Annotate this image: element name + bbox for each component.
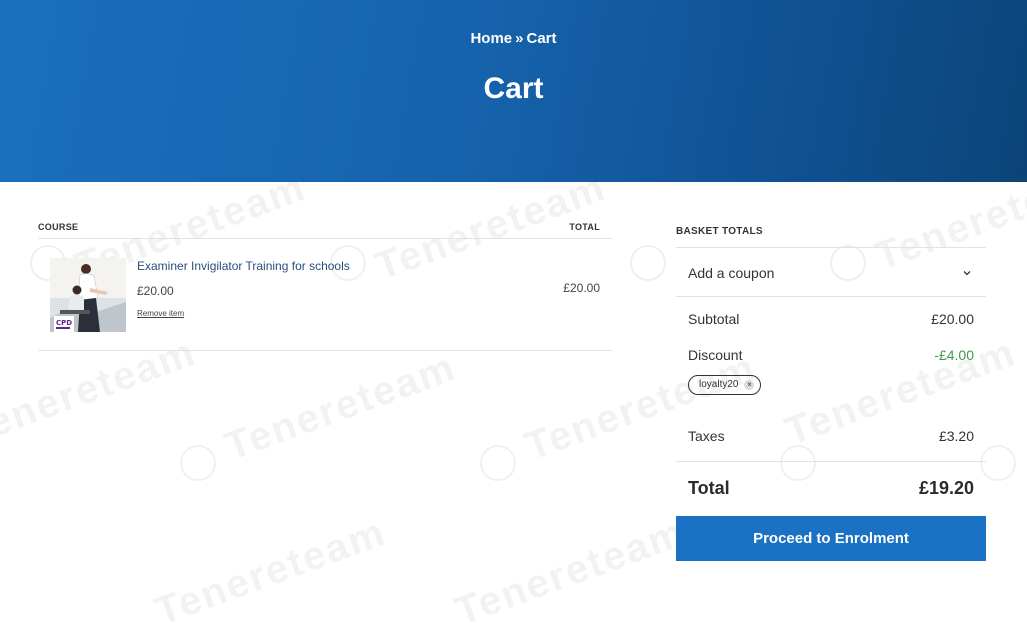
taxes-row: Taxes £3.20 bbox=[676, 428, 986, 464]
add-coupon-label: Add a coupon bbox=[688, 265, 775, 281]
basket-totals-title: BASKET TOTALS bbox=[676, 226, 986, 248]
watermark-logo-icon bbox=[180, 445, 216, 481]
breadcrumb-current: Cart bbox=[526, 30, 557, 47]
subtotal-value: £20.00 bbox=[931, 311, 974, 327]
totals-divider bbox=[676, 461, 986, 462]
cart-item-total: £20.00 bbox=[563, 281, 600, 295]
cart-item-name-link[interactable]: Examiner Invigilator Training for school… bbox=[137, 259, 350, 273]
proceed-to-enrolment-button[interactable]: Proceed to Enrolment bbox=[676, 516, 986, 561]
column-header-total: TOTAL bbox=[569, 222, 600, 232]
breadcrumb: Home» Cart bbox=[0, 30, 1027, 47]
svg-text:CPD: CPD bbox=[56, 319, 72, 327]
discount-label: Discount bbox=[688, 347, 743, 363]
order-total-label: Total bbox=[688, 478, 730, 498]
basket-totals-panel: BASKET TOTALS Add a coupon Subtotal £20.… bbox=[676, 226, 986, 383]
add-coupon-toggle[interactable]: Add a coupon bbox=[676, 248, 986, 297]
taxes-label: Taxes bbox=[688, 428, 725, 444]
remove-item-link[interactable]: Remove item bbox=[137, 309, 184, 318]
watermark-logo-icon bbox=[630, 245, 666, 281]
cart-item-row: CPD Examiner Invigilator Training for sc… bbox=[38, 239, 612, 351]
watermark-text: Tenereteam bbox=[449, 510, 692, 635]
breadcrumb-home-link[interactable]: Home bbox=[470, 30, 512, 47]
order-total-value: £19.20 bbox=[918, 478, 974, 498]
page-title: Cart bbox=[483, 72, 544, 105]
course-thumbnail[interactable]: CPD bbox=[50, 258, 126, 332]
cart-table-header: COURSE TOTAL bbox=[38, 222, 612, 239]
column-header-course: COURSE bbox=[38, 222, 79, 232]
page-hero: Home» Cart Cart bbox=[0, 0, 1027, 182]
coupon-chip: loyalty20 × bbox=[688, 374, 762, 395]
taxes-value: £3.20 bbox=[938, 428, 974, 444]
coupon-code: loyalty20 bbox=[699, 379, 739, 390]
cart-item-price: £20.00 bbox=[137, 284, 174, 298]
chevron-down-icon bbox=[963, 271, 971, 276]
remove-coupon-icon[interactable]: × bbox=[744, 379, 755, 390]
discount-value: -£4.00 bbox=[934, 347, 974, 363]
subtotal-label: Subtotal bbox=[688, 311, 740, 327]
cart-table: COURSE TOTAL CPD Examiner Invigilator Tr… bbox=[38, 222, 612, 351]
subtotal-row: Subtotal £20.00 bbox=[676, 311, 986, 347]
watermark-text: Tenereteam bbox=[149, 510, 392, 635]
watermark-logo-icon bbox=[480, 445, 516, 481]
watermark-text: Tenereteam bbox=[219, 345, 462, 470]
breadcrumb-separator: » bbox=[515, 30, 524, 47]
